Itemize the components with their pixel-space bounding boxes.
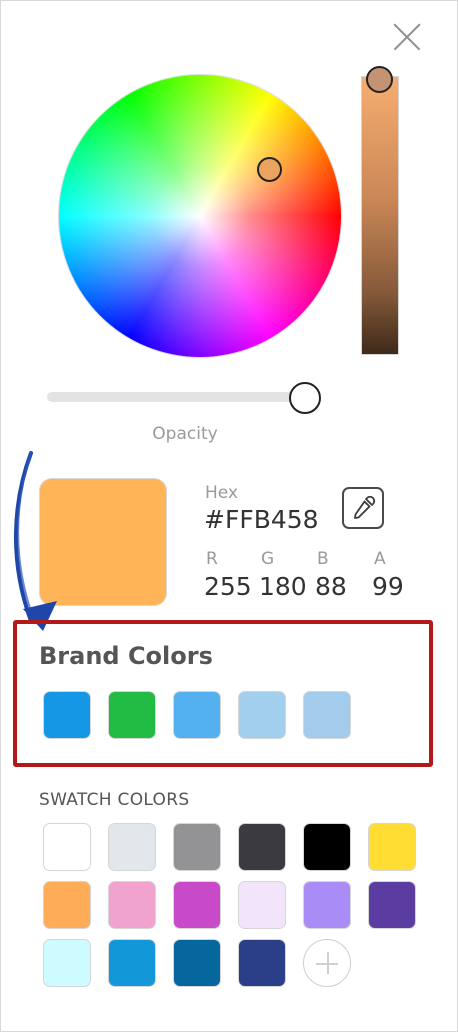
swatch-color[interactable] bbox=[238, 939, 286, 987]
channel-r-label: R bbox=[206, 549, 218, 569]
hex-value[interactable]: #FFB458 bbox=[204, 505, 319, 534]
swatch-color[interactable] bbox=[238, 823, 286, 871]
channel-a-value[interactable]: 99 bbox=[372, 572, 404, 601]
add-swatch-button[interactable] bbox=[303, 939, 351, 987]
swatch-color[interactable] bbox=[368, 823, 416, 871]
color-wheel[interactable] bbox=[59, 75, 341, 357]
swatch-color[interactable] bbox=[303, 823, 351, 871]
brand-swatch[interactable] bbox=[303, 691, 351, 739]
brand-colors-title: Brand Colors bbox=[39, 642, 213, 670]
annotation-arrow bbox=[14, 451, 57, 631]
color-wheel-handle[interactable] bbox=[257, 157, 282, 182]
brightness-slider-handle[interactable] bbox=[366, 66, 393, 93]
swatch-color[interactable] bbox=[43, 939, 91, 987]
channel-g-label: G bbox=[261, 549, 275, 569]
swatch-color[interactable] bbox=[368, 881, 416, 929]
swatch-color[interactable] bbox=[173, 881, 221, 929]
opacity-slider-thumb[interactable] bbox=[289, 382, 321, 414]
opacity-slider-track[interactable] bbox=[47, 392, 305, 402]
channel-g-value[interactable]: 180 bbox=[259, 572, 307, 601]
close-icon[interactable] bbox=[391, 21, 423, 53]
brand-swatch[interactable] bbox=[238, 691, 286, 739]
swatch-color[interactable] bbox=[173, 823, 221, 871]
swatch-color[interactable] bbox=[43, 823, 91, 871]
swatch-color[interactable] bbox=[43, 881, 91, 929]
eyedropper-button[interactable] bbox=[342, 487, 384, 529]
opacity-label: Opacity bbox=[152, 424, 218, 444]
swatch-color[interactable] bbox=[108, 881, 156, 929]
hex-label: Hex bbox=[205, 483, 239, 503]
eyedropper-icon bbox=[354, 495, 376, 519]
swatch-color[interactable] bbox=[238, 881, 286, 929]
channel-a-label: A bbox=[374, 549, 386, 569]
swatch-colors-title: SWATCH COLORS bbox=[39, 790, 190, 810]
swatch-color[interactable] bbox=[173, 939, 221, 987]
channel-r-value[interactable]: 255 bbox=[204, 572, 252, 601]
swatch-color[interactable] bbox=[303, 881, 351, 929]
brightness-slider[interactable] bbox=[361, 76, 399, 355]
brand-swatch[interactable] bbox=[108, 691, 156, 739]
swatch-color[interactable] bbox=[108, 823, 156, 871]
channel-b-label: B bbox=[317, 549, 329, 569]
brand-swatch[interactable] bbox=[43, 691, 91, 739]
brand-swatch[interactable] bbox=[173, 691, 221, 739]
channel-b-value[interactable]: 88 bbox=[315, 572, 347, 601]
swatch-color[interactable] bbox=[108, 939, 156, 987]
color-picker-panel: Opacity Hex #FFB458 R G B A 255 180 88 9… bbox=[0, 0, 458, 1032]
